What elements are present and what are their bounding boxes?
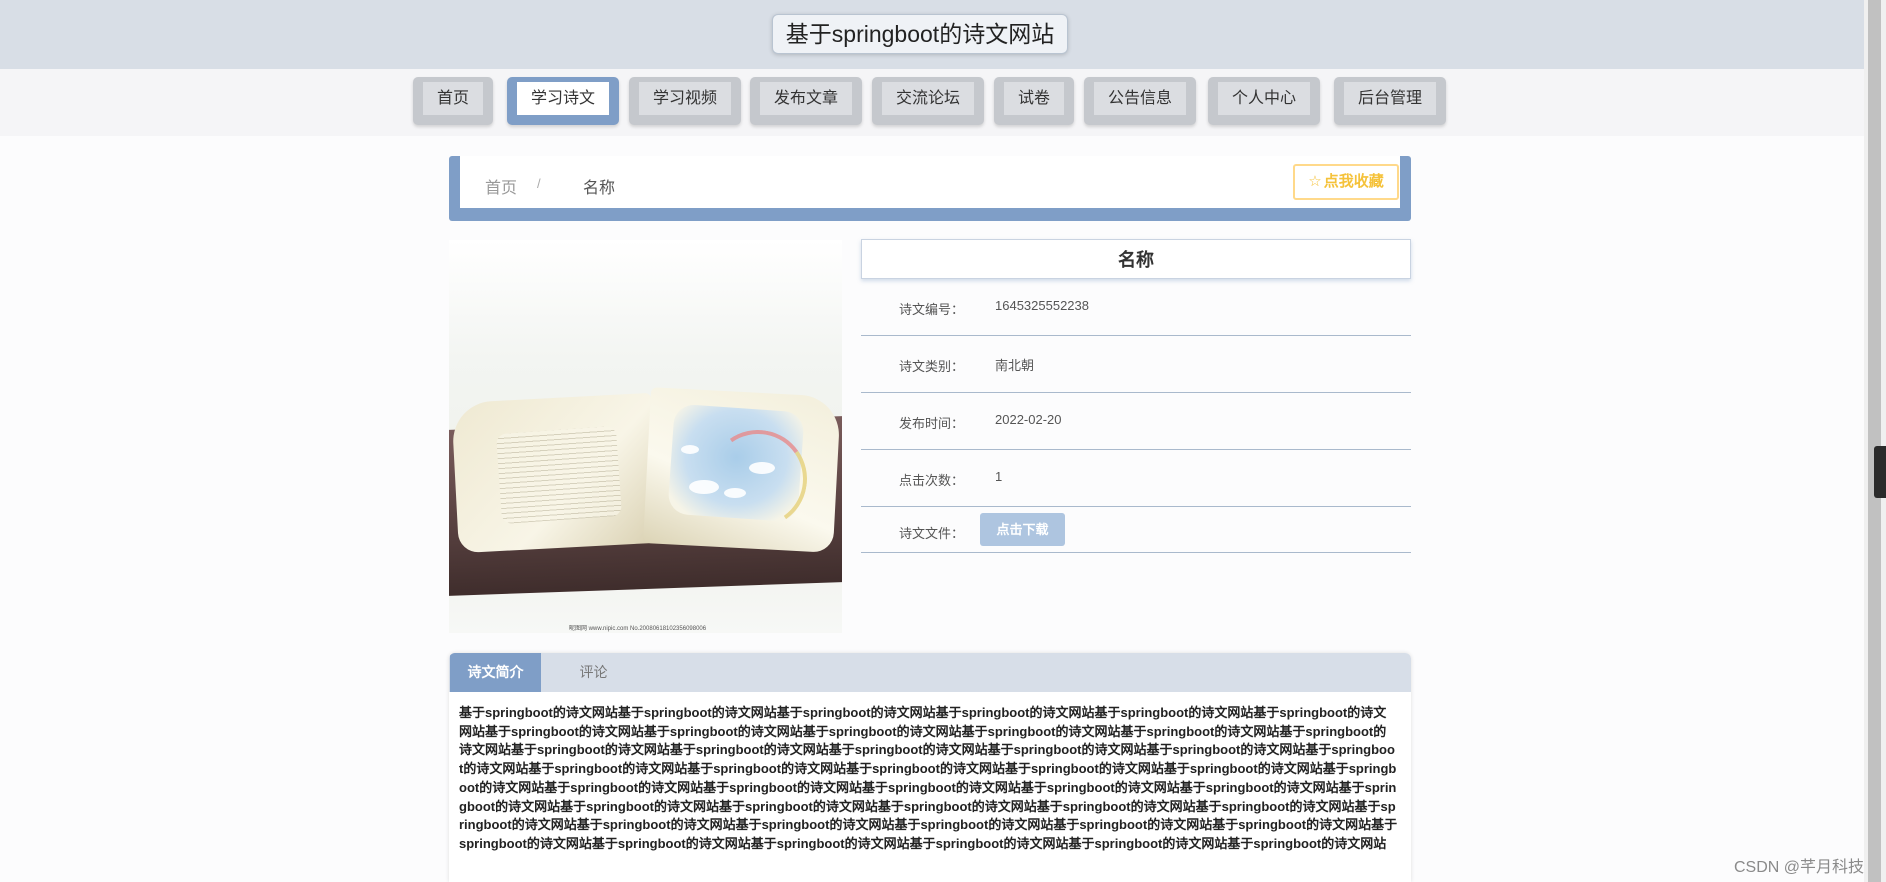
info-label: 诗文文件：: [899, 526, 965, 541]
book-text-lines: [496, 425, 622, 525]
nav-item-study-videos[interactable]: 学习视频: [629, 77, 741, 125]
info-label: 诗文类别：: [899, 359, 965, 374]
site-header: 基于springboot的诗文网站: [0, 0, 1864, 69]
info-label: 发布时间：: [899, 416, 965, 431]
poem-title: 名称: [861, 239, 1411, 279]
nav-item-forum[interactable]: 交流论坛: [872, 77, 984, 125]
nav-item-exam[interactable]: 试卷: [994, 77, 1074, 125]
nav-item-announcements[interactable]: 公告信息: [1084, 77, 1196, 125]
breadcrumb: 首页 / 名称 ☆ 点我收藏: [460, 156, 1400, 208]
tab-comments[interactable]: 评论: [541, 653, 646, 692]
nav-item-label: 公告信息: [1094, 82, 1186, 115]
info-row-category: 诗文类别： 南北朝: [861, 336, 1411, 393]
poem-intro-text: 基于springboot的诗文网站基于springboot的诗文网站基于spri…: [459, 705, 1398, 851]
info-row-id: 诗文编号： 1645325552238: [861, 279, 1411, 336]
site-title: 基于springboot的诗文网站: [772, 14, 1068, 54]
scrollbar-thumb[interactable]: [1868, 0, 1881, 882]
nav-item-personal-center[interactable]: 个人中心: [1208, 77, 1320, 125]
favorite-button[interactable]: ☆ 点我收藏: [1293, 164, 1399, 200]
nav-item-label: 交流论坛: [882, 82, 974, 115]
breadcrumb-panel: 首页 / 名称 ☆ 点我收藏: [449, 156, 1411, 221]
nav-item-label: 后台管理: [1344, 82, 1436, 115]
info-row-publish-time: 发布时间： 2022-02-20: [861, 393, 1411, 450]
info-label: 点击次数：: [899, 473, 965, 488]
cloud-shape: [681, 445, 699, 454]
tab-bar: 诗文简介 评论: [449, 653, 1411, 692]
nav-item-label: 发布文章: [760, 82, 852, 115]
cloud-shape: [749, 462, 775, 474]
cloud-shape: [724, 488, 746, 498]
info-value: 南北朝: [995, 358, 1035, 373]
breadcrumb-current: 名称: [583, 180, 616, 197]
tab-intro[interactable]: 诗文简介: [450, 653, 541, 692]
nav-item-label: 首页: [423, 82, 483, 115]
nav-item-study-poems[interactable]: 学习诗文: [507, 77, 619, 125]
star-outline-icon: ☆: [1308, 173, 1322, 190]
page-scrollbar[interactable]: [1864, 0, 1886, 882]
cloud-shape: [689, 480, 719, 494]
nav-item-admin[interactable]: 后台管理: [1334, 77, 1446, 125]
nav-item-label: 学习视频: [639, 82, 731, 115]
favorite-button-label: 点我收藏: [1323, 173, 1384, 190]
breadcrumb-home-link[interactable]: 首页: [485, 174, 517, 198]
info-label: 诗文编号：: [899, 302, 965, 317]
nav-item-label: 试卷: [1004, 82, 1064, 115]
main-nav: 首页 学习诗文 学习视频 发布文章 交流论坛 试卷 公告信息 个人中心 后台管理: [0, 77, 1864, 125]
info-value: 2022-02-20: [995, 412, 1062, 427]
poem-detail-panel: 名称 诗文编号： 1645325552238 诗文类别： 南北朝 发布时间： 2…: [861, 239, 1411, 553]
image-caption: 昵图网 www.nipic.com No.2008061810235609800…: [569, 626, 707, 632]
nav-item-label: 学习诗文: [517, 82, 609, 115]
nav-item-publish-article[interactable]: 发布文章: [750, 77, 862, 125]
nav-item-label: 个人中心: [1218, 82, 1310, 115]
download-button[interactable]: 点击下载: [980, 513, 1065, 546]
info-value: 1645325552238: [995, 298, 1089, 313]
watermark: CSDN @芊月科技: [1734, 859, 1865, 876]
poem-tabs-panel: 诗文简介 评论 基于springboot的诗文网站基于springboot的诗文…: [449, 653, 1411, 882]
info-row-click-count: 点击次数： 1: [861, 450, 1411, 507]
info-value: 1: [995, 469, 1003, 484]
nav-item-home[interactable]: 首页: [413, 77, 493, 125]
info-row-file: 诗文文件： 点击下载: [861, 507, 1411, 553]
side-panel-toggle[interactable]: [1874, 446, 1886, 498]
poem-cover-image: 昵图网 www.nipic.com No.2008061810235609800…: [449, 240, 842, 633]
breadcrumb-separator: /: [537, 176, 541, 191]
